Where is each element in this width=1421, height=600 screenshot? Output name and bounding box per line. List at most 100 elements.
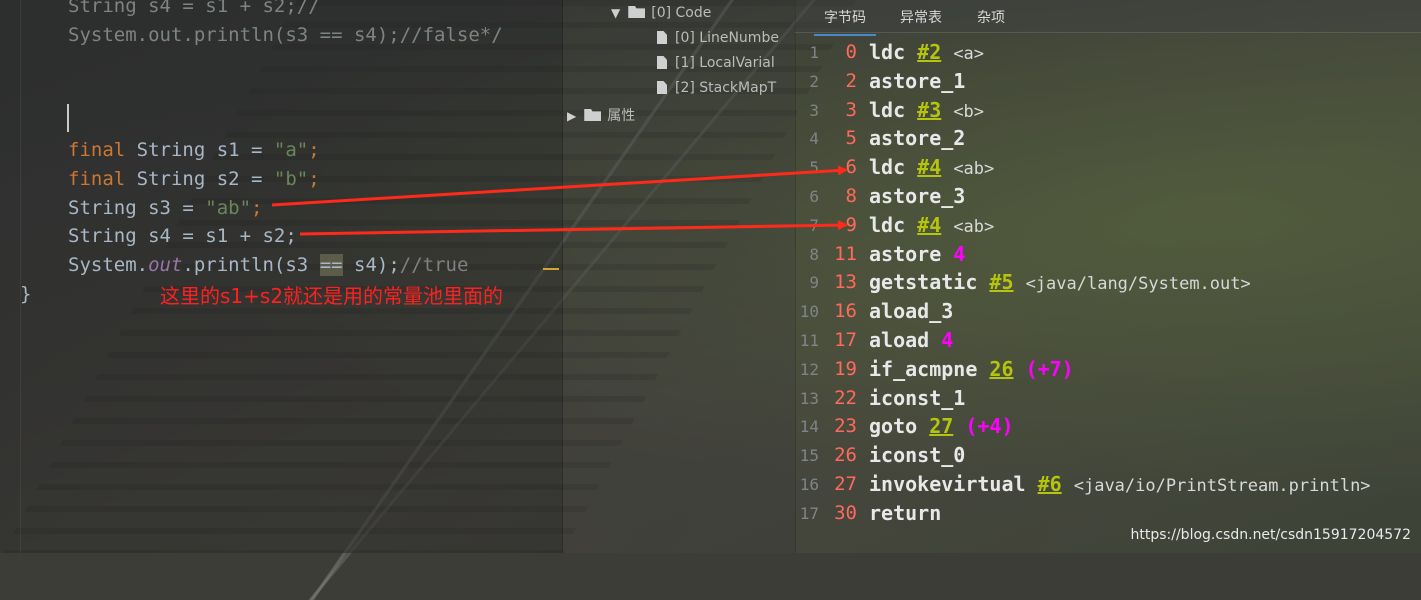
line-number: 12 bbox=[799, 359, 819, 379]
bytecode-row[interactable]: 7 9 ldc #4 <ab> bbox=[795, 212, 1421, 240]
tree-node-label-code[interactable]: [0] Code bbox=[651, 5, 711, 21]
bytecode-row[interactable]: 9 13 getstatic #5 <java/lang/System.out> bbox=[795, 269, 1421, 297]
bytecode-offset: 16 bbox=[834, 300, 857, 323]
opcode-mnemonic: aload_3 bbox=[869, 299, 954, 324]
bytecode-row[interactable]: 12 19 if_acmpne 26 (+7) bbox=[795, 356, 1421, 384]
tree-node-line-number-table[interactable]: [0] LineNumbe bbox=[657, 30, 779, 46]
code-text: System. bbox=[68, 254, 149, 276]
bytecode-offset: 30 bbox=[834, 501, 857, 524]
code-text: s4); bbox=[342, 254, 400, 276]
line-number: 14 bbox=[799, 417, 819, 437]
bytecode-row[interactable]: 1 0 ldc #2 <a> bbox=[795, 39, 1421, 67]
constant-pool-link[interactable]: 27 bbox=[929, 414, 953, 438]
bytecode-row[interactable]: 11 17 aload 4 bbox=[795, 327, 1421, 355]
line-number: 3 bbox=[809, 100, 819, 120]
constant-pool-link[interactable]: #2 bbox=[917, 40, 941, 64]
tab-exception-table[interactable]: 异常表 bbox=[900, 7, 942, 27]
constant-comment: <java/io/PrintStream.println> bbox=[1073, 476, 1371, 496]
code-editor[interactable]: String s4 = s1 + s2;// System.out.printl… bbox=[0, 0, 562, 553]
inspection-marker[interactable] bbox=[543, 268, 559, 270]
bytecode-offset: 2 bbox=[845, 69, 857, 92]
expand-down-icon[interactable]: ▼ bbox=[611, 6, 620, 20]
opcode: getstatic #5 <java/lang/System.out> bbox=[869, 270, 1251, 294]
bytecode-offset: 5 bbox=[845, 127, 857, 150]
opcode-mnemonic: invokevirtual bbox=[869, 472, 1026, 496]
opcode-mnemonic: iconst_1 bbox=[869, 385, 966, 410]
constant-pool-link[interactable]: #4 bbox=[917, 213, 941, 237]
bytecode-offset: 8 bbox=[845, 185, 857, 207]
opcode-mnemonic: astore_3 bbox=[869, 184, 966, 208]
tree-node-attributes[interactable]: ▶ 属性 bbox=[567, 105, 635, 125]
opcode-mnemonic: goto bbox=[869, 414, 918, 439]
bytecode-row[interactable]: 3 3 ldc #3 <b> bbox=[795, 97, 1421, 125]
opcode: astore_2 bbox=[869, 126, 965, 150]
bytecode-offset: 27 bbox=[834, 473, 857, 495]
bytecode-row[interactable]: 5 6 ldc #4 <ab> bbox=[795, 154, 1421, 182]
bytecode-row[interactable]: 10 16 aload_3 bbox=[795, 298, 1421, 326]
jump-offset: (+4) bbox=[965, 414, 1014, 439]
tree-node-label: [2] StackMapT bbox=[675, 80, 777, 96]
code-text: .println(s3 bbox=[182, 254, 320, 276]
semicolon: ; bbox=[251, 197, 263, 219]
opcode: iconst_0 bbox=[869, 443, 965, 467]
opcode-mnemonic: ldc bbox=[869, 155, 906, 180]
bytecode-panel[interactable]: 字节码 异常表 杂项 1 0 ldc #2 <a> 2 2 astore_1 3 3 ldc #… bbox=[795, 0, 1421, 553]
tree-node-stack-map-table[interactable]: [2] StackMapT bbox=[657, 80, 776, 96]
annotation-text: 这里的s1+s2就还是用的常量池里面的 bbox=[160, 284, 504, 308]
line-number: 1 bbox=[809, 43, 819, 62]
constant-pool-link[interactable]: #3 bbox=[917, 98, 941, 122]
line-number: 17 bbox=[799, 503, 819, 523]
opcode: ldc #4 <ab> bbox=[869, 213, 994, 237]
bytecode-row[interactable]: 13 22 iconst_1 bbox=[795, 385, 1421, 413]
opcode: astore_1 bbox=[869, 69, 965, 93]
constant-pool-link[interactable]: #4 bbox=[917, 155, 941, 179]
bytecode-tabs: 字节码 异常表 杂项 bbox=[795, 0, 1421, 36]
code-line-println: System.out.println(s3 == s4);//true bbox=[68, 253, 468, 277]
constant-pool-link[interactable]: #5 bbox=[989, 270, 1013, 294]
opcode-mnemonic: ldc bbox=[869, 97, 906, 122]
bytecode-offset: 11 bbox=[834, 242, 857, 265]
constant-pool-link[interactable]: #6 bbox=[1038, 472, 1062, 496]
folder-icon bbox=[584, 109, 602, 121]
opcode: astore 4 bbox=[869, 242, 965, 266]
bytecode-offset: 22 bbox=[834, 386, 857, 409]
opcode: aload 4 bbox=[869, 328, 953, 352]
code-text: String s1 = bbox=[125, 139, 274, 161]
line-number: 8 bbox=[809, 244, 819, 264]
tab-bytecode[interactable]: 字节码 bbox=[814, 7, 876, 36]
constant-pool-link[interactable]: 26 bbox=[989, 357, 1013, 381]
opcode-mnemonic: ldc bbox=[869, 212, 906, 237]
bytecode-row[interactable]: 2 2 astore_1 bbox=[795, 68, 1421, 96]
bytecode-row[interactable]: 6 8 astore_3 bbox=[795, 183, 1421, 211]
bytecode-row[interactable]: 17 30 return bbox=[795, 500, 1421, 528]
tree-node-label: [1] LocalVarial bbox=[675, 55, 775, 71]
bytecode-row[interactable]: 16 27 invokevirtual #6 <java/io/PrintStrea… bbox=[795, 471, 1421, 499]
expand-right-icon[interactable]: ▶ bbox=[567, 109, 576, 123]
opcode: return bbox=[869, 501, 941, 525]
opcode: iconst_1 bbox=[869, 386, 965, 410]
code-line-s4: String s4 = s1 + s2; bbox=[68, 225, 297, 247]
bytecode-offset: 26 bbox=[834, 444, 857, 467]
string-literal: "b" bbox=[273, 168, 309, 190]
bytecode-row[interactable]: 4 5 astore_2 bbox=[795, 125, 1421, 153]
bytecode-offset: 9 bbox=[845, 213, 857, 236]
code-line-s3: String s3 = "ab"; bbox=[68, 196, 263, 220]
bytecode-row[interactable]: 15 26 iconst_0 bbox=[795, 442, 1421, 470]
string-literal: "a" bbox=[273, 139, 309, 161]
equality-operator: == bbox=[319, 254, 343, 276]
bytecode-offset: 0 bbox=[845, 41, 857, 63]
tree-node-code[interactable]: ▼ [0] Code bbox=[611, 5, 711, 21]
tree-node-label: [0] LineNumbe bbox=[675, 30, 779, 46]
tree-node-label: 属性 bbox=[607, 108, 636, 124]
class-structure-tree[interactable]: ▼ [0] Code [0] LineNumbe [1] LocalVarial … bbox=[562, 0, 796, 553]
tree-node-local-variable-table[interactable]: [1] LocalVarial bbox=[657, 55, 775, 71]
bytecode-row[interactable]: 8 11 astore 4 bbox=[795, 241, 1421, 269]
bytecode-row[interactable]: 14 23 goto 27 (+4) bbox=[795, 413, 1421, 441]
text-caret bbox=[67, 104, 69, 132]
line-number: 4 bbox=[809, 129, 819, 149]
line-number: 16 bbox=[799, 475, 819, 494]
constant-comment: <a> bbox=[953, 44, 985, 64]
opcode-mnemonic: iconst_0 bbox=[869, 443, 966, 468]
opcode: ldc #4 <ab> bbox=[869, 155, 994, 179]
tab-misc[interactable]: 杂项 bbox=[977, 7, 1005, 27]
